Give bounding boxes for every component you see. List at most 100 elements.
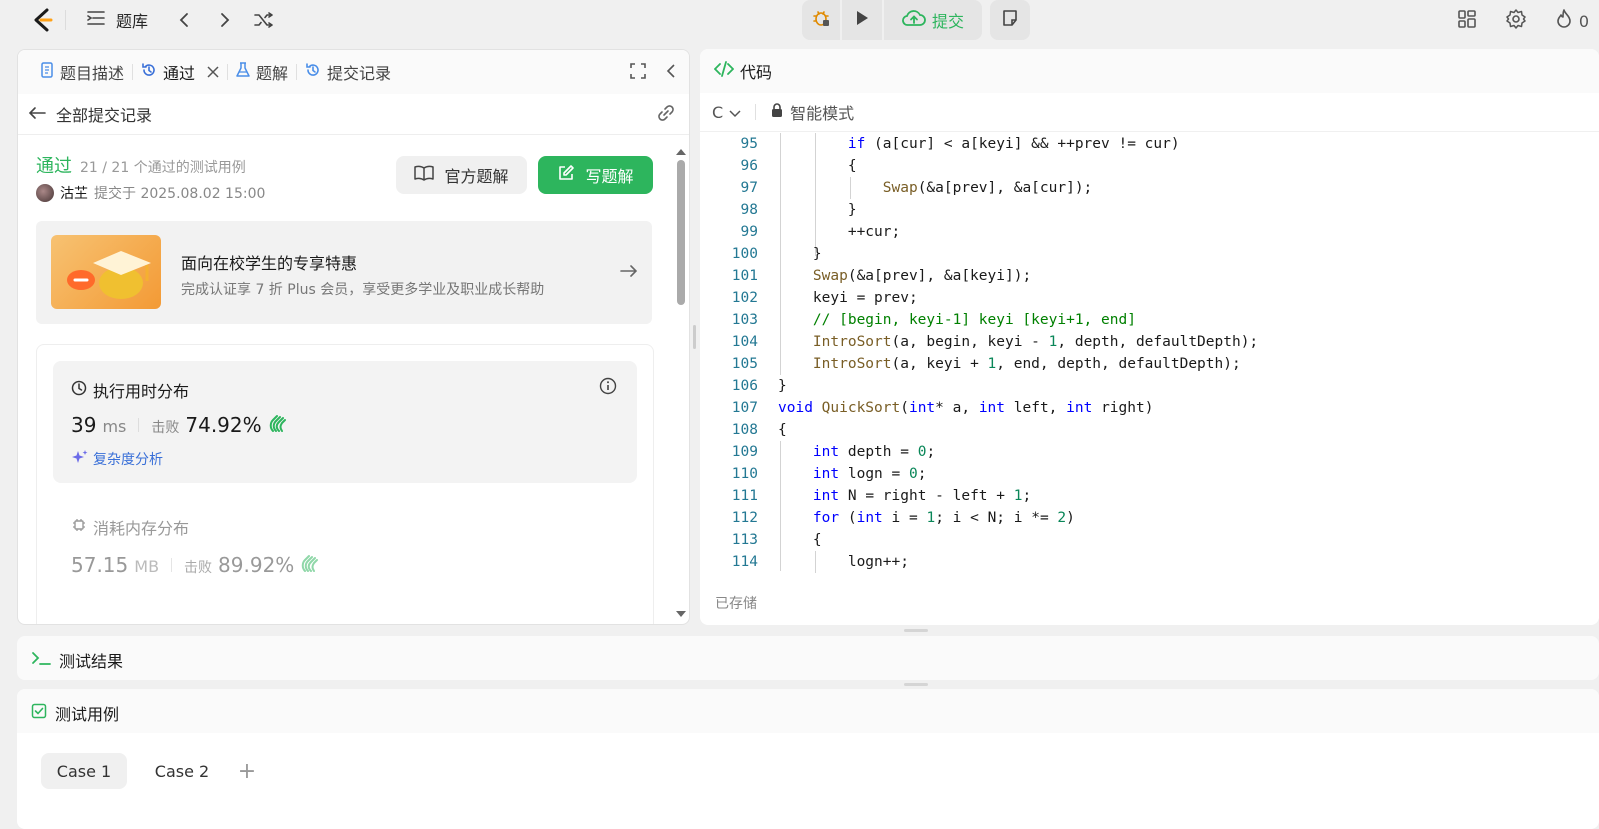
history-icon xyxy=(305,62,321,82)
book-icon xyxy=(414,165,435,185)
play-icon xyxy=(855,10,869,30)
scroll-up-arrow-icon[interactable] xyxy=(675,141,687,160)
memory-beat-value: 89.92% xyxy=(218,553,295,577)
layout-grid-icon[interactable] xyxy=(1457,9,1477,33)
bug-icon xyxy=(812,9,830,31)
run-button[interactable] xyxy=(842,0,882,40)
tab-solutions-label: 题解 xyxy=(256,64,289,83)
scroll-down-arrow-icon[interactable] xyxy=(675,605,687,624)
memory-beat-label: 击败 xyxy=(184,560,213,576)
info-icon[interactable] xyxy=(599,377,617,399)
code-line: 112 for (int i = 1; i < N; i *= 2) xyxy=(731,510,1075,526)
case-2-tab[interactable]: Case 2 xyxy=(141,753,223,789)
code-line: 105 IntroSort(a, keyi + 1, end, depth, d… xyxy=(731,356,1241,372)
notes-button[interactable] xyxy=(990,0,1030,40)
settings-gear-icon[interactable] xyxy=(1505,8,1527,34)
test-result-panel[interactable]: 测试结果 xyxy=(17,636,1599,680)
sparkle-icon xyxy=(71,449,89,469)
panel-resize-handle[interactable] xyxy=(693,325,696,349)
runtime-values: 39 ms 击败 74.92% xyxy=(71,413,288,437)
scrollbar-thumb[interactable] xyxy=(677,160,685,305)
code-title: 代码 xyxy=(740,63,773,82)
memory-value: 57.15 xyxy=(71,553,129,577)
graduation-cap-illustration xyxy=(51,235,161,309)
smart-mode-toggle[interactable]: 智能模式 xyxy=(770,100,854,124)
test-result-title-row: 测试结果 xyxy=(31,648,123,672)
tab-accepted[interactable]: 通过 xyxy=(133,50,227,94)
code-line: 106} xyxy=(731,378,787,394)
back-arrow-icon[interactable] xyxy=(28,105,46,124)
memory-unit: MB xyxy=(134,557,160,576)
leetcode-logo-icon[interactable] xyxy=(30,6,56,34)
code-line: 108{ xyxy=(731,422,787,438)
horizontal-resize-handle[interactable] xyxy=(904,683,928,686)
code-line: 110 int logn = 0; xyxy=(731,466,927,482)
code-line: 97 Swap(&a[prev], &a[cur]); xyxy=(740,180,1093,196)
top-bar: 题库 提交 0 xyxy=(0,0,1599,40)
code-editor[interactable]: 95 if (a[cur] < a[keyi] && ++prev != cur… xyxy=(700,133,1599,575)
chip-icon xyxy=(71,517,87,537)
code-brackets-icon xyxy=(713,61,735,81)
official-solution-label: 官方题解 xyxy=(444,167,509,186)
runtime-title: 执行用时分布 xyxy=(93,382,190,401)
cloud-upload-icon xyxy=(902,9,926,31)
memory-title-row[interactable]: 消耗内存分布 xyxy=(71,515,189,539)
close-tab-icon[interactable] xyxy=(207,63,219,82)
avatar[interactable] xyxy=(36,184,54,202)
tab-description[interactable]: 题目描述 xyxy=(32,50,132,94)
streak-counter[interactable]: 0 xyxy=(1555,9,1589,33)
code-line: 101 Swap(&a[prev], &a[keyi]); xyxy=(731,268,1032,284)
code-line: 104 IntroSort(a, begin, keyi - 1, depth,… xyxy=(731,334,1259,350)
test-result-title: 测试结果 xyxy=(59,652,124,671)
submission-panel: 题目描述 通过 题解 提交记录 全部提交记录 通过 21 / 21 个通过的测试 xyxy=(17,49,690,625)
runtime-unit: ms xyxy=(102,417,127,436)
tab-solutions[interactable]: 题解 xyxy=(228,50,296,94)
code-line: 103 // [begin, keyi-1] keyi [keyi+1, end… xyxy=(731,312,1136,328)
problem-list-button[interactable]: 题库 xyxy=(86,8,148,32)
username[interactable]: 沽芏 xyxy=(60,183,88,203)
official-solution-button[interactable]: 官方题解 xyxy=(396,156,527,194)
code-line: 109 int depth = 0; xyxy=(731,444,936,460)
passed-cases: 21 / 21 个通过的测试用例 xyxy=(80,160,246,176)
student-promo-banner[interactable]: 面向在校学生的专享特惠 完成认证享 7 折 Plus 会员，享受更多学业及职业成… xyxy=(36,221,652,324)
submit-label: 提交 xyxy=(931,12,964,31)
submit-time: 提交于 2025.08.02 15:00 xyxy=(94,186,266,202)
checkbox-icon xyxy=(31,703,47,723)
tab-actions xyxy=(629,62,677,84)
add-case-button[interactable]: + xyxy=(233,753,261,789)
clap-icon xyxy=(268,414,288,436)
status-accepted: 通过 xyxy=(36,156,72,177)
runtime-beat-label: 击败 xyxy=(151,420,180,436)
arrow-right-icon xyxy=(620,263,638,283)
write-solution-button[interactable]: 写题解 xyxy=(538,156,653,194)
smart-mode-label: 智能模式 xyxy=(790,104,855,123)
debug-button[interactable] xyxy=(802,0,840,40)
fullscreen-icon[interactable] xyxy=(629,62,647,84)
tab-accepted-label: 通过 xyxy=(163,64,196,83)
result-status-row: 通过 21 / 21 个通过的测试用例 xyxy=(36,152,246,178)
next-problem-chevron-right-icon[interactable] xyxy=(213,8,237,32)
complexity-analysis-link[interactable]: 复杂度分析 xyxy=(71,449,163,469)
note-icon xyxy=(1001,9,1019,31)
code-line: 113 { xyxy=(731,532,822,548)
prev-problem-chevron-left-icon[interactable] xyxy=(172,8,196,32)
memory-title: 消耗内存分布 xyxy=(93,519,190,538)
promo-title: 面向在校学生的专享特惠 xyxy=(181,254,358,273)
stats-card: 执行用时分布 39 ms 击败 74.92% 复杂度分析 消耗内存分布 57.1… xyxy=(36,344,654,624)
promo-subtitle: 完成认证享 7 折 Plus 会员，享受更多学业及职业成长帮助 xyxy=(181,282,545,298)
case-1-tab[interactable]: Case 1 xyxy=(41,753,127,789)
shuffle-icon[interactable] xyxy=(252,8,276,32)
history-icon xyxy=(141,62,157,82)
tab-submissions[interactable]: 提交记录 xyxy=(297,50,399,94)
all-submissions-link[interactable]: 全部提交记录 xyxy=(56,102,152,126)
link-icon[interactable] xyxy=(655,104,677,126)
test-case-title: 测试用例 xyxy=(55,705,120,724)
runtime-distribution-card[interactable]: 执行用时分布 39 ms 击败 74.92% 复杂度分析 xyxy=(53,361,637,483)
language-select[interactable]: C xyxy=(712,103,741,122)
submit-button[interactable]: 提交 xyxy=(884,0,982,40)
collapse-chevron-left-icon[interactable] xyxy=(665,62,677,84)
flame-icon xyxy=(1555,9,1573,33)
tab-submissions-label: 提交记录 xyxy=(327,64,392,83)
horizontal-resize-handle[interactable] xyxy=(904,629,928,632)
edit-icon xyxy=(557,164,575,186)
